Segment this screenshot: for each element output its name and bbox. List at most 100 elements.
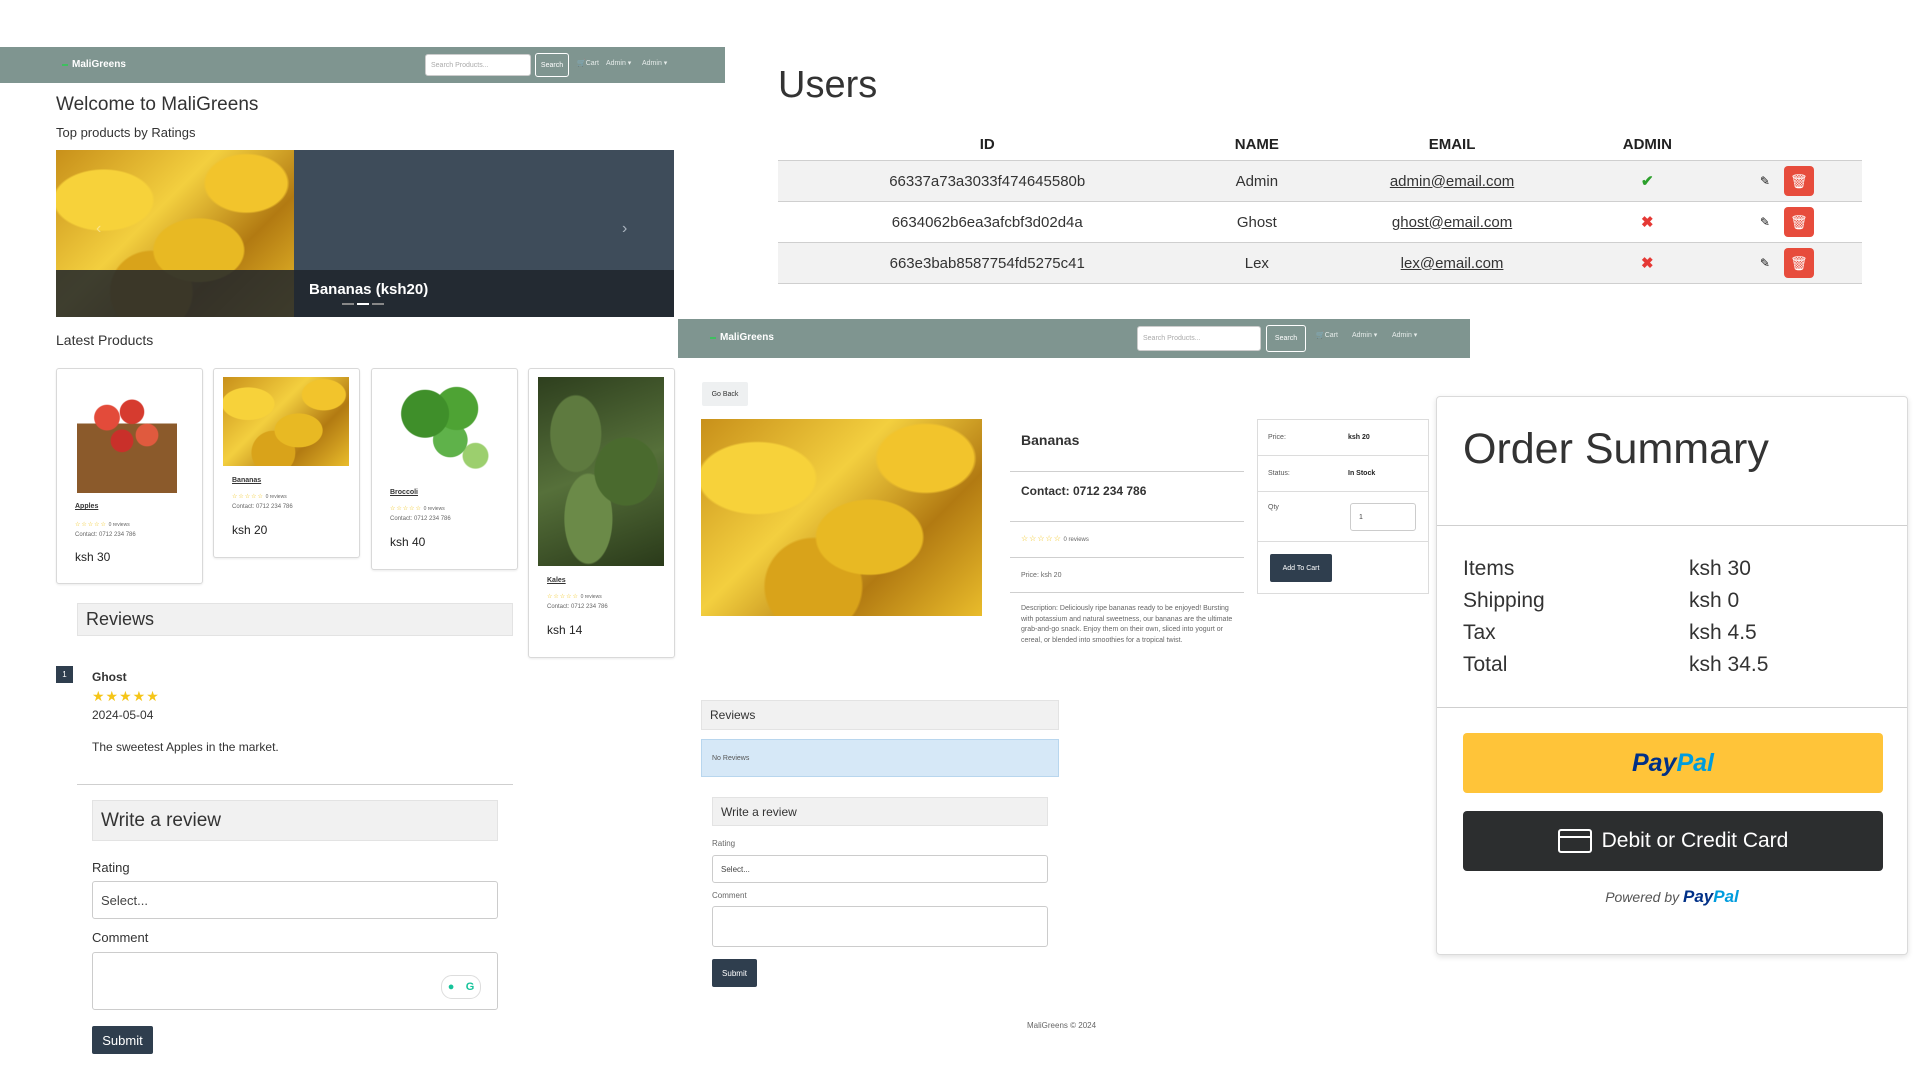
detail-reviews-header: Reviews — [701, 700, 1059, 730]
product-contact: Contact: 0712 234 786 — [547, 604, 608, 610]
home-search-button[interactable]: Search — [535, 53, 569, 77]
cross-icon: ✖ — [1641, 214, 1654, 231]
summary-label: Items — [1463, 557, 1515, 580]
carousel-prev-icon[interactable]: ‹ — [96, 220, 101, 238]
col-id: ID — [979, 135, 995, 153]
home-reviews-header: Reviews — [77, 603, 513, 636]
chevron-down-icon: ▾ — [1371, 332, 1378, 339]
star-rating-icon: ☆☆☆☆☆ — [547, 594, 579, 600]
home-search-button-label: Search — [540, 61, 564, 69]
product-price: ksh 14 — [547, 623, 583, 637]
product-name-link[interactable]: Broccoli — [390, 489, 418, 496]
carousel-caption: Bananas (ksh20) — [309, 281, 429, 298]
home-admin-menu-2[interactable]: Admin ▾ — [642, 59, 667, 67]
detail-cart-label: Cart — [1324, 332, 1338, 339]
user-email-link[interactable]: ghost@email.com — [1392, 214, 1512, 231]
product-contact: Contact: 0712 234 786 — [75, 532, 136, 538]
home-rating-select[interactable]: Select... — [92, 881, 498, 919]
paypal-button[interactable]: Pay Pal — [1463, 733, 1883, 793]
product-reviews-count: 0 reviews — [423, 506, 445, 512]
home-submit-button[interactable]: Submit — [92, 1026, 153, 1054]
divider — [1437, 525, 1907, 526]
product-image — [77, 377, 177, 493]
detail-rating: ☆☆☆☆☆ 0 reviews — [1021, 534, 1089, 543]
trash-icon[interactable]: 🗑 — [1783, 207, 1814, 237]
product-reviews-count: 0 reviews — [265, 494, 287, 500]
price-value: ksh 20 — [1348, 434, 1370, 441]
chevron-down-icon: ▾ — [1411, 332, 1418, 339]
user-id: 6634062b6ea3afcbf3d02d4a — [778, 201, 1197, 243]
detail-brand-label: MaliGreens — [720, 332, 774, 343]
summary-value: ksh 34.5 — [1689, 653, 1769, 676]
edit-icon[interactable]: ✎ — [1756, 172, 1774, 190]
grammarly-icon[interactable]: ● G — [441, 975, 481, 999]
add-to-cart-button[interactable]: Add To Cart — [1270, 554, 1332, 582]
edit-icon[interactable]: ✎ — [1756, 213, 1774, 231]
detail-footer: MaliGreens © 2024 — [1027, 1021, 1097, 1030]
qty-input[interactable]: 1 — [1350, 503, 1416, 531]
detail-admin-menu-1[interactable]: Admin ▾ — [1352, 331, 1377, 339]
summary-row-shipping: Shipping ksh 0 — [1463, 585, 1883, 617]
home-navbar: MaliGreens Search Products... Search 🛒Ca… — [0, 47, 725, 83]
trash-icon[interactable]: 🗑 — [1783, 248, 1814, 278]
detail-submit-button[interactable]: Submit — [712, 959, 757, 987]
user-name: Ghost — [1196, 201, 1318, 243]
home-brand[interactable]: MaliGreens — [62, 59, 126, 70]
detail-comment-textarea[interactable] — [712, 906, 1048, 947]
home-search-input[interactable]: Search Products... — [425, 54, 531, 76]
detail-write-review-title: Write a review — [721, 804, 797, 819]
detail-admin1-label: Admin — [1352, 332, 1372, 339]
debit-credit-card-button[interactable]: Debit or Credit Card — [1463, 811, 1883, 871]
status-label: Status: — [1268, 470, 1290, 477]
review-author: Ghost — [92, 670, 127, 684]
home-welcome-title: Welcome to MaliGreens — [56, 94, 259, 115]
product-name-link[interactable]: Bananas — [232, 477, 261, 484]
user-id: 663e3bab8587754fd5275c41 — [778, 242, 1197, 284]
summary-value: ksh 4.5 — [1689, 621, 1757, 644]
detail-cart-link[interactable]: 🛒Cart — [1316, 331, 1338, 339]
table-row: 663e3bab8587754fd5275c41 Lex lex@email.c… — [778, 242, 1862, 284]
price-label: Price: — [1268, 434, 1286, 441]
product-rating: ☆☆☆☆☆ 0 reviews — [75, 521, 130, 528]
home-cart-link[interactable]: 🛒Cart — [577, 59, 599, 67]
detail-admin2-label: Admin — [1392, 332, 1412, 339]
user-id: 66337a73a3033f474645580b — [778, 160, 1197, 202]
detail-rating-select[interactable]: Select... — [712, 855, 1048, 883]
product-card-apples[interactable]: Apples ☆☆☆☆☆ 0 reviews Contact: 0712 234… — [56, 368, 203, 584]
paypal-logo-pal: Pal — [1676, 748, 1714, 777]
go-back-button[interactable]: Go Back — [702, 382, 748, 406]
carousel-next-icon[interactable]: › — [622, 220, 627, 238]
product-card-bananas[interactable]: Bananas ☆☆☆☆☆ 0 reviews Contact: 0712 23… — [213, 368, 360, 558]
product-rating: ☆☆☆☆☆ 0 reviews — [232, 493, 287, 500]
no-reviews-label: No Reviews — [712, 754, 750, 762]
product-name-link[interactable]: Apples — [75, 503, 98, 510]
home-top-products-label: Top products by Ratings — [56, 125, 196, 140]
detail-brand[interactable]: MaliGreens — [710, 332, 774, 343]
product-reviews-count: 0 reviews — [580, 594, 602, 600]
powered-by-label: Powered by — [1605, 889, 1680, 905]
home-admin-menu-1[interactable]: Admin ▾ — [606, 59, 631, 67]
home-comment-textarea[interactable]: ● G — [92, 952, 498, 1010]
product-name-link[interactable]: Kales — [547, 577, 566, 584]
home-admin1-label: Admin — [606, 60, 626, 67]
trash-icon[interactable]: 🗑 — [1783, 166, 1814, 196]
users-table-header: ID NAME EMAIL ADMIN — [778, 128, 1862, 161]
user-email-link[interactable]: lex@email.com — [1401, 255, 1504, 272]
edit-icon[interactable]: ✎ — [1756, 254, 1774, 272]
user-email-link[interactable]: admin@email.com — [1390, 173, 1514, 190]
detail-search-input[interactable]: Search Products... — [1137, 326, 1261, 351]
divider — [1010, 471, 1244, 472]
product-card-broccoli[interactable]: Broccoli ☆☆☆☆☆ 0 reviews Contact: 0712 2… — [371, 368, 518, 570]
chevron-down-icon: ▾ — [625, 60, 632, 67]
detail-search-button[interactable]: Search — [1266, 325, 1306, 352]
home-rating-select-value: Select... — [101, 892, 148, 908]
cart-icon: 🛒 — [1316, 332, 1325, 339]
detail-rating-label: Rating — [712, 839, 736, 848]
detail-admin-menu-2[interactable]: Admin ▾ — [1392, 331, 1417, 339]
product-card-kales[interactable]: Kales ☆☆☆☆☆ 0 reviews Contact: 0712 234 … — [528, 368, 675, 658]
table-row: 66337a73a3033f474645580b Admin admin@ema… — [778, 160, 1862, 202]
home-carousel[interactable]: Bananas (ksh20) › ‹ — [56, 150, 674, 317]
summary-value: ksh 30 — [1689, 557, 1751, 580]
detail-contact: Contact: 0712 234 786 — [1021, 484, 1147, 498]
carousel-indicators[interactable] — [342, 303, 384, 305]
